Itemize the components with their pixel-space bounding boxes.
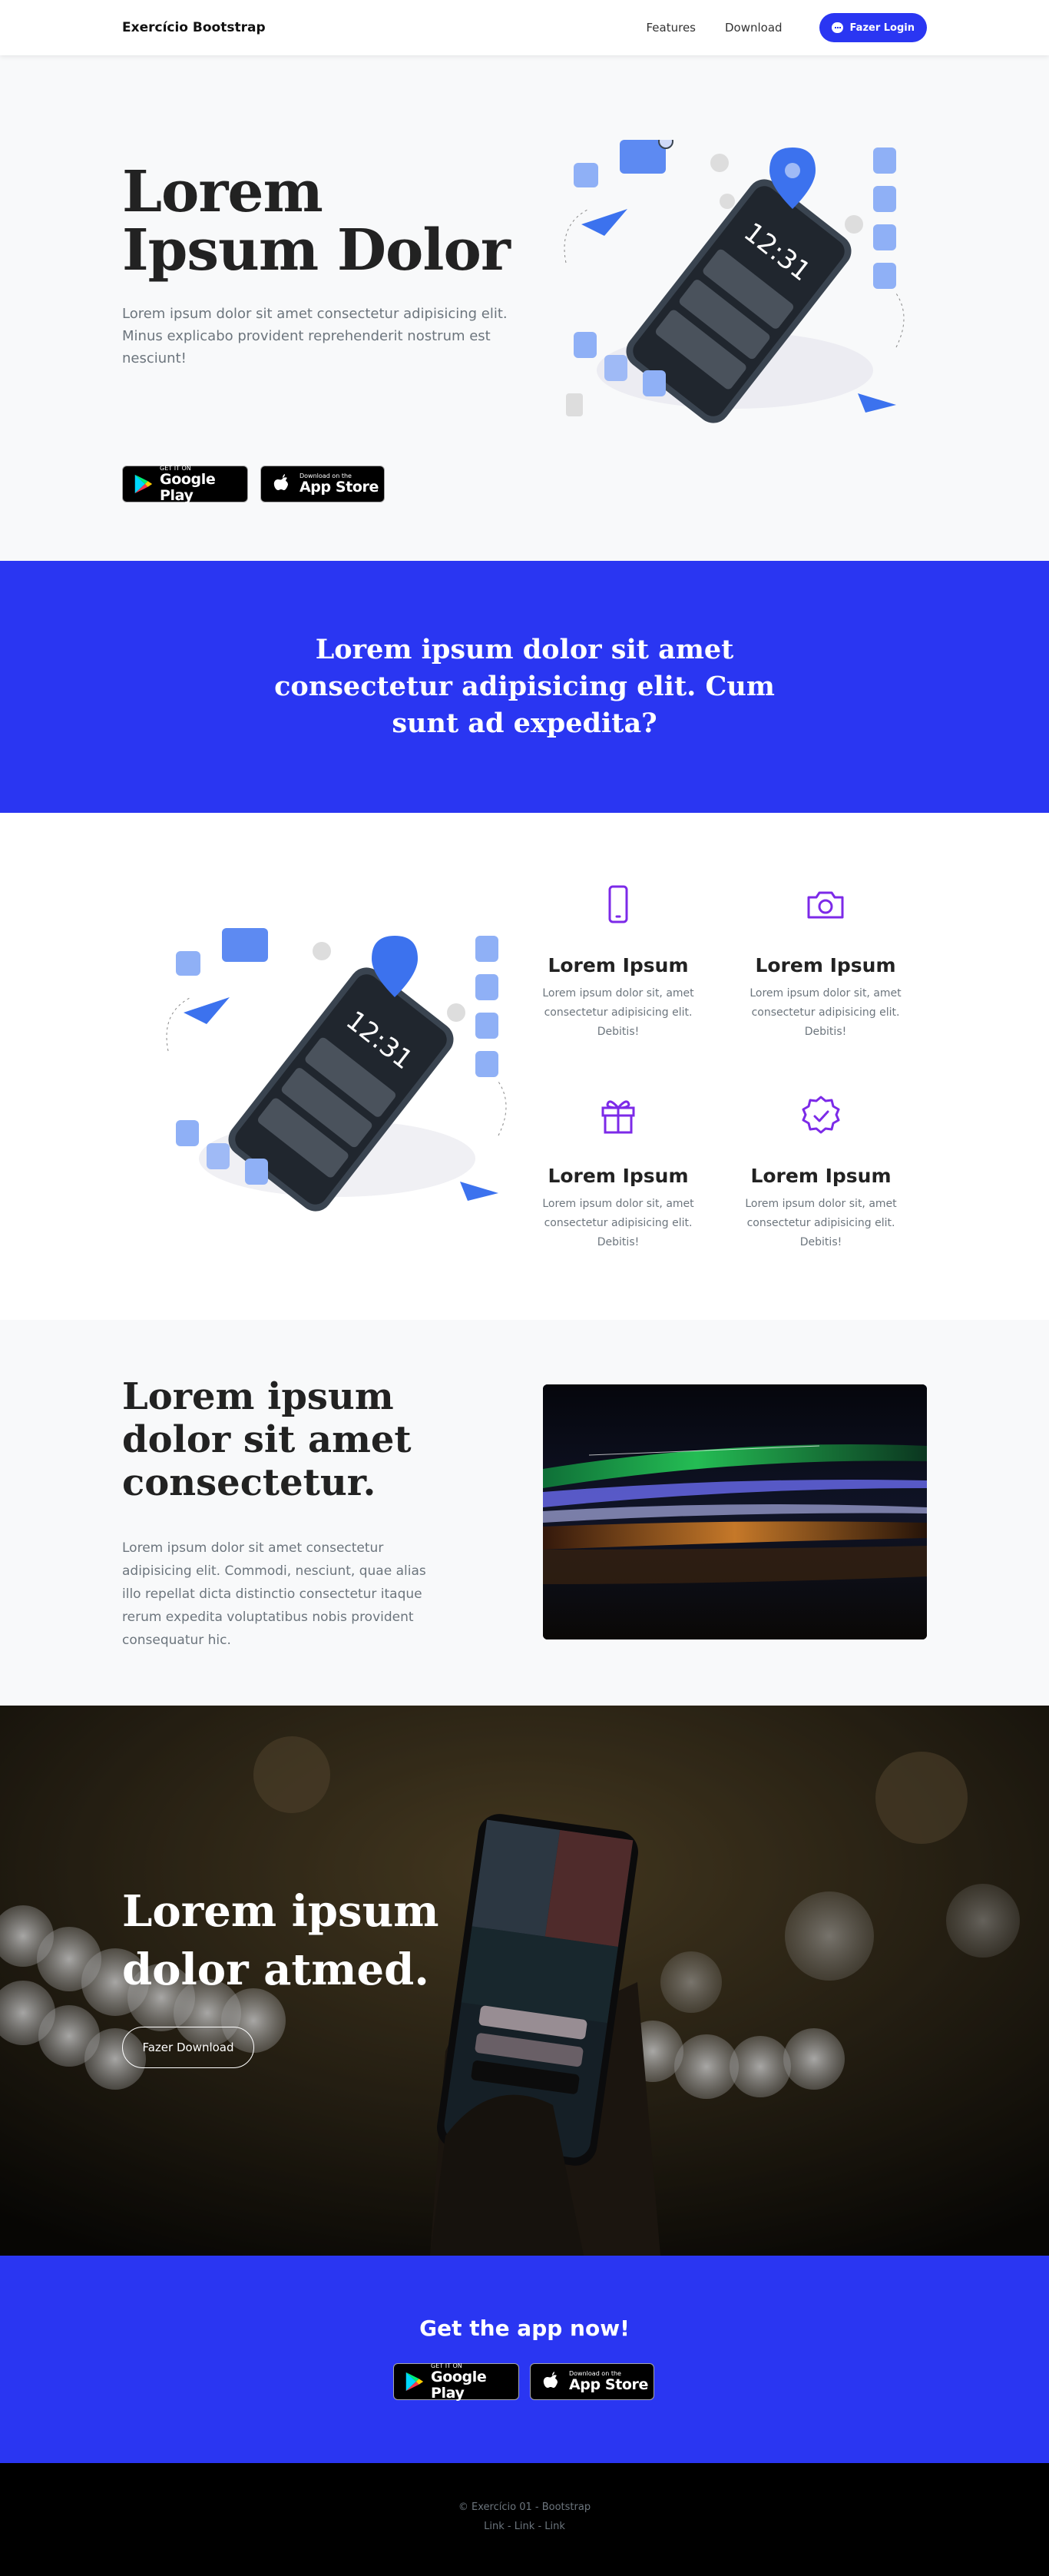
footer-link[interactable]: Link: [484, 2521, 505, 2532]
feature-text: Lorem ipsum dolor sit, amet consectetur …: [745, 1198, 897, 1248]
navbar: Exercício Bootstrap Features Download Fa…: [0, 0, 1049, 55]
phone-illustration: 12:31: [564, 140, 905, 423]
feature-title: Lorem Ipsum: [548, 1165, 689, 1187]
features-section: 12:31 Lorem Ipsum Lorem ipsum dolor sit,: [0, 813, 1049, 1320]
hero-text: Lorem ipsum dolor sit amet consectetur a…: [122, 306, 508, 366]
footer: © Exercício 01 - Bootstrap Link - Link -…: [0, 2463, 1049, 2576]
feature-text: Lorem ipsum dolor sit, amet consectetur …: [542, 1198, 694, 1248]
content-title: Lorem ipsum dolor sit amet consectetur.: [122, 1375, 412, 1504]
phone-icon: [608, 885, 628, 923]
google-play-big: Google Play: [160, 470, 216, 504]
apple-icon: [273, 474, 288, 490]
gift-icon: [601, 1100, 635, 1134]
nav-link-download[interactable]: Download: [725, 21, 783, 35]
footer-copyright: © Exercício 01 - Bootstrap: [458, 2501, 591, 2513]
app-store-badge[interactable]: Download on the App Store: [530, 2363, 654, 2400]
nav-link-features[interactable]: Features: [646, 21, 696, 35]
nav-links: Features Download Fazer Login: [617, 13, 927, 42]
footer-link[interactable]: Link: [544, 2521, 565, 2532]
get-app-section: Get the app now! GET IT ON Google Play D…: [0, 2256, 1049, 2463]
navbar-brand[interactable]: Exercício Bootstrap: [122, 20, 266, 35]
download-title: Lorem ipsum dolor atmed.: [122, 1886, 439, 1995]
feature-title: Lorem Ipsum: [755, 954, 896, 976]
feature-text: Lorem ipsum dolor sit, amet consectetur …: [542, 987, 694, 1038]
hero-section: Lorem Ipsum Dolor Lorem ipsum dolor sit …: [0, 55, 1049, 561]
hero-title: Lorem Ipsum Dolor: [122, 159, 511, 283]
footer-link[interactable]: Link: [515, 2521, 535, 2532]
download-button[interactable]: Fazer Download: [122, 2027, 254, 2068]
feature-item: Lorem Ipsum Lorem ipsum dolor sit, amet …: [726, 882, 925, 1042]
features-phone-illustration: 12:31: [166, 928, 507, 1212]
google-play-badge[interactable]: GET IT ON Google Play: [393, 2362, 519, 2402]
footer-separator: -: [504, 2521, 515, 2532]
google-play-badge[interactable]: GET IT ON Google Play: [122, 465, 248, 504]
feature-title: Lorem Ipsum: [548, 954, 689, 976]
camera-icon: [807, 891, 844, 919]
band-text: Lorem ipsum dolor sit amet consectetur a…: [274, 634, 775, 739]
app-store-big: App Store: [569, 2376, 648, 2393]
highlight-band: Lorem ipsum dolor sit amet consectetur a…: [0, 561, 1049, 813]
google-play-big: Google Play: [431, 2368, 487, 2402]
feature-title: Lorem Ipsum: [750, 1165, 892, 1187]
footer-separator: -: [534, 2521, 545, 2532]
app-store-badge[interactable]: Download on the App Store: [260, 466, 385, 502]
get-app-title: Get the app now!: [419, 2316, 630, 2341]
google-play-icon: [134, 474, 153, 494]
apple-icon: [543, 2372, 558, 2388]
feature-item: Lorem Ipsum Lorem ipsum dolor sit, amet …: [721, 1092, 921, 1252]
app-store-big: App Store: [299, 479, 379, 496]
footer-links: Link - Link - Link: [0, 2521, 1049, 2532]
light-trails-image: [543, 1384, 927, 1639]
feature-item: Lorem Ipsum Lorem ipsum dolor sit, amet …: [518, 882, 718, 1042]
chat-icon: [831, 22, 843, 33]
google-play-icon: [405, 2372, 424, 2392]
login-button-label: Fazer Login: [849, 22, 915, 34]
content-section: Lorem ipsum dolor sit amet consectetur. …: [0, 1320, 1049, 1706]
feature-item: Lorem Ipsum Lorem ipsum dolor sit, amet …: [518, 1092, 718, 1252]
download-hero-section: Lorem ipsum dolor atmed. Fazer Download: [0, 1706, 1049, 2256]
feature-text: Lorem ipsum dolor sit, amet consectetur …: [750, 987, 902, 1038]
login-button[interactable]: Fazer Login: [819, 13, 927, 42]
badge-check-icon: [802, 1096, 840, 1134]
content-text: Lorem ipsum dolor sit amet consectetur a…: [122, 1540, 426, 1648]
